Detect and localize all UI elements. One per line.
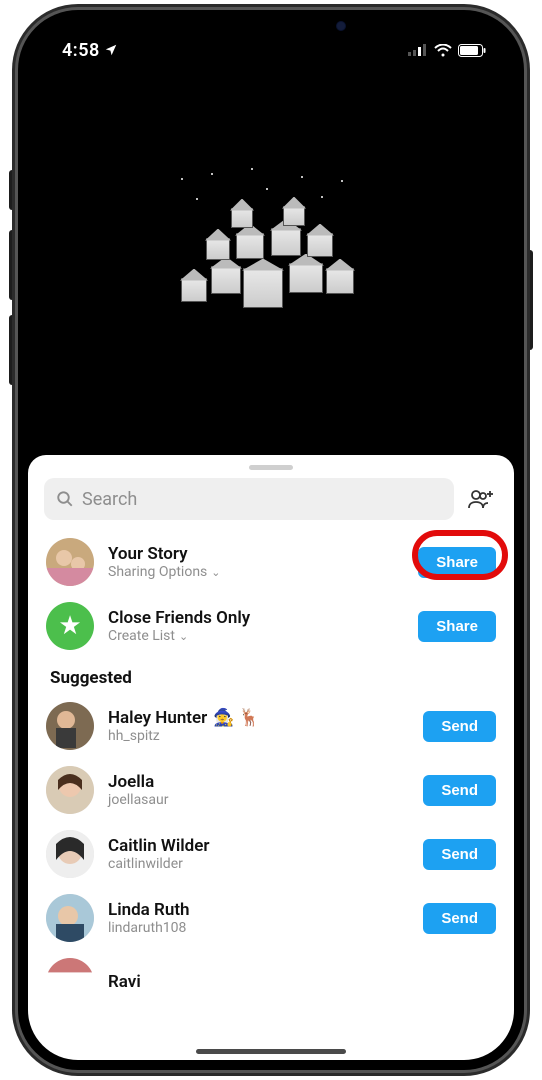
add-group-icon [467,488,495,510]
story-preview-image [28,20,514,455]
wifi-icon [434,44,452,57]
suggested-row[interactable]: Haley Hunter 🧙‍♀️ 🦌 hh_spitz Send [28,694,514,758]
suggested-name: Caitlin Wilder [108,836,409,856]
phone-frame: 4:58 Search [18,10,524,1070]
avatar [46,958,94,1006]
suggested-username: joellasaur [108,792,409,808]
suggested-name: Linda Ruth [108,900,409,920]
row-title: Close Friends Only [108,608,404,628]
send-button[interactable]: Send [423,775,496,806]
send-button[interactable]: Send [423,903,496,934]
send-button[interactable]: Send [423,711,496,742]
avatar-close-friends: ★ [46,602,94,650]
search-input[interactable]: Search [44,478,454,520]
battery-icon [458,44,486,57]
suggested-username: caitlinwilder [108,856,409,872]
search-icon [56,490,74,508]
avatar [46,766,94,814]
avatar-your-story [46,538,94,586]
star-icon: ★ [58,611,81,641]
suggested-emoji: 🧙‍♀️ 🦌 [213,708,260,728]
suggested-username: hh_spitz [108,728,409,744]
suggested-row[interactable]: Caitlin Wilder caitlinwilder Send [28,822,514,886]
create-group-button[interactable] [464,482,498,516]
row-subtitle[interactable]: Create List ⌄ [108,628,404,644]
suggested-row[interactable]: Joella joellasaur Send [28,758,514,822]
suggested-heading: Suggested [28,658,514,694]
row-title: Your Story [108,544,404,564]
chevron-down-icon: ⌄ [179,630,188,643]
notch [156,10,386,42]
suggested-username: lindaruth108 [108,920,409,936]
suggested-row[interactable]: Ravi [28,950,514,1006]
location-arrow-icon [104,43,118,57]
home-indicator[interactable] [196,1049,346,1054]
share-button-close-friends[interactable]: Share [418,611,496,642]
suggested-name: Joella [108,772,409,792]
share-row-close-friends[interactable]: ★ Close Friends Only Create List ⌄ Share [28,594,514,658]
search-placeholder: Search [82,489,137,510]
chevron-down-icon: ⌄ [211,566,220,579]
avatar [46,894,94,942]
row-subtitle[interactable]: Sharing Options ⌄ [108,564,404,580]
avatar [46,702,94,750]
share-row-your-story[interactable]: Your Story Sharing Options ⌄ Share [28,530,514,594]
status-time: 4:58 [62,40,100,61]
suggested-name: Haley Hunter [108,708,207,728]
front-camera-icon [336,21,346,31]
suggested-row[interactable]: Linda Ruth lindaruth108 Send [28,886,514,950]
share-sheet: Search Your Story Sharing Options [28,455,514,1060]
screen: 4:58 Search [28,20,514,1060]
share-button-your-story[interactable]: Share [418,547,496,578]
suggested-name: Ravi [108,972,496,992]
signal-icon [408,44,428,56]
drag-handle[interactable] [249,465,293,470]
send-button[interactable]: Send [423,839,496,870]
avatar [46,830,94,878]
